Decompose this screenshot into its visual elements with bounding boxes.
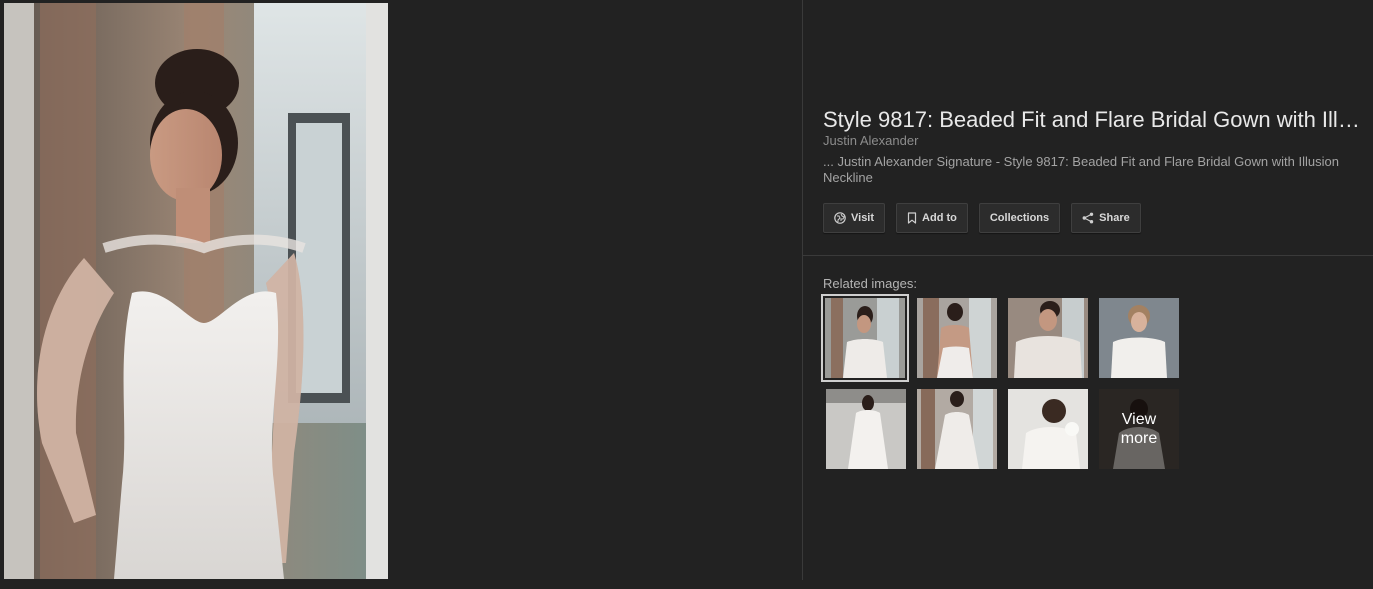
panel-divider — [802, 0, 803, 580]
main-preview-image[interactable] — [4, 3, 388, 579]
related-thumb[interactable] — [917, 298, 997, 378]
related-image — [1008, 389, 1088, 469]
related-thumb[interactable] — [821, 294, 909, 382]
view-more-label: View more — [1099, 389, 1179, 469]
related-image — [917, 298, 997, 378]
related-thumb[interactable] — [1099, 298, 1179, 378]
share-button[interactable]: Share — [1071, 203, 1141, 233]
bridal-gown-photo — [4, 3, 388, 579]
share-icon — [1082, 212, 1094, 224]
related-thumb[interactable] — [917, 389, 997, 469]
bookmark-icon — [907, 212, 917, 224]
section-divider — [803, 255, 1373, 256]
share-label: Share — [1099, 212, 1130, 224]
collections-button[interactable]: Collections — [978, 203, 1061, 233]
visit-label: Visit — [851, 212, 875, 224]
image-title[interactable]: Style 9817: Beaded Fit and Flare Bridal … — [823, 106, 1371, 134]
related-thumb[interactable] — [1008, 298, 1088, 378]
related-image — [825, 298, 905, 378]
add-to-label: Add to — [922, 212, 957, 224]
collections-label: Collections — [989, 212, 1050, 224]
add-to-button[interactable]: Add to — [896, 203, 968, 233]
related-image — [826, 389, 906, 469]
image-source[interactable]: Justin Alexander — [823, 133, 918, 149]
related-images-label: Related images: — [823, 276, 917, 291]
related-image — [1008, 298, 1088, 378]
image-description: ... Justin Alexander Signature - Style 9… — [823, 154, 1339, 185]
related-image — [1099, 298, 1179, 378]
related-thumb[interactable] — [1008, 389, 1088, 469]
globe-icon — [834, 212, 846, 224]
related-thumb[interactable] — [826, 389, 906, 469]
view-more-thumb[interactable]: View more — [1099, 389, 1179, 469]
visit-button[interactable]: Visit — [823, 203, 886, 233]
related-image — [917, 389, 997, 469]
action-buttons: Visit Add to Collections Share — [823, 203, 1141, 233]
